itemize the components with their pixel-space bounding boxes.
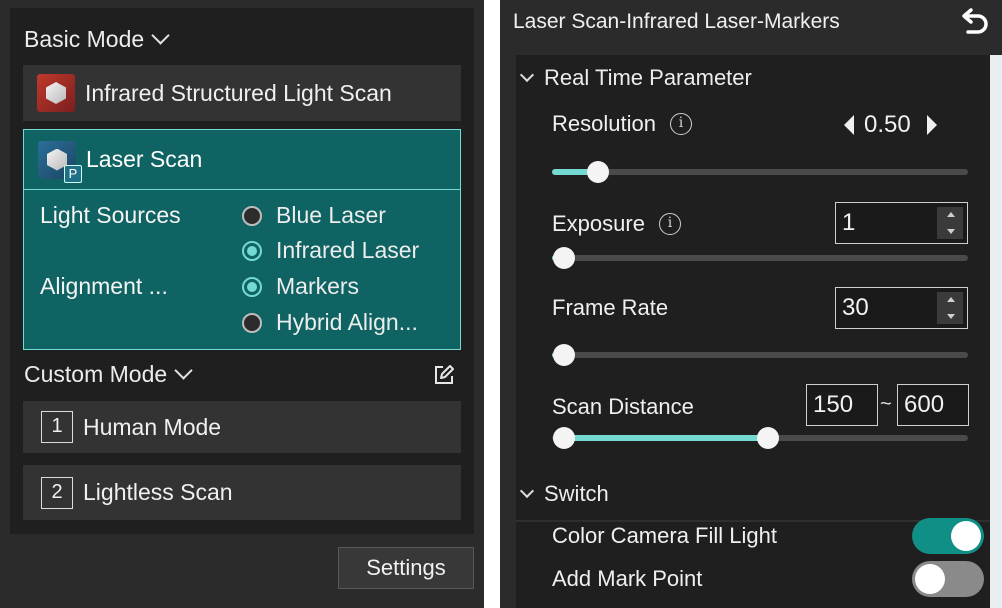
radio-selected-icon bbox=[242, 240, 262, 261]
scan-distance-min-input[interactable]: 150 bbox=[806, 384, 878, 426]
info-icon[interactable]: i bbox=[658, 213, 681, 235]
exposure-row: Exposure i bbox=[552, 211, 681, 237]
switch-section-label: Switch bbox=[544, 481, 609, 506]
frame-rate-value: 30 bbox=[842, 294, 869, 321]
scrollbar[interactable] bbox=[990, 55, 1002, 608]
basic-mode-label: Basic Mode bbox=[24, 26, 145, 52]
markers-radio[interactable]: Markers bbox=[242, 273, 359, 300]
blue-laser-label: Blue Laser bbox=[276, 202, 386, 228]
chevron-down-icon bbox=[519, 67, 535, 83]
human-mode-label: Human Mode bbox=[83, 413, 222, 440]
panel-title: Laser Scan-Infrared Laser-Markers bbox=[513, 10, 840, 33]
frame-rate-row: Frame Rate bbox=[552, 295, 668, 321]
custom-mode-label: Custom Mode bbox=[24, 361, 168, 387]
color-camera-label: Color Camera Fill Light bbox=[552, 523, 777, 548]
hybrid-align-label: Hybrid Align... bbox=[276, 309, 418, 335]
settings-button[interactable]: Settings bbox=[338, 547, 474, 589]
scan-mode-panel: Basic Mode Infrared Structured Light Sca… bbox=[0, 0, 484, 608]
markers-label: Markers bbox=[276, 273, 360, 299]
scan-distance-min: 150 bbox=[813, 391, 854, 418]
resolution-row: Resolution i bbox=[552, 111, 692, 137]
parameter-scroll-area[interactable]: Real Time Parameter Resolution i 0.50 Ex… bbox=[516, 55, 990, 608]
color-camera-toggle[interactable] bbox=[912, 518, 984, 554]
laser-scan-cube-icon: P bbox=[38, 140, 82, 183]
lightless-scan-item[interactable]: 2 Lightless Scan bbox=[23, 465, 461, 520]
human-mode-item[interactable]: 1 Human Mode bbox=[23, 401, 461, 453]
color-camera-row: Color Camera Fill Light bbox=[552, 523, 777, 549]
scan-parameter-panel: Laser Scan-Infrared Laser-Markers Real T… bbox=[500, 0, 1002, 608]
hybrid-align-radio[interactable]: Hybrid Align... bbox=[242, 309, 418, 336]
radio-selected-icon bbox=[242, 276, 262, 297]
custom-mode-number: 2 bbox=[41, 476, 73, 509]
frame-rate-label: Frame Rate bbox=[552, 295, 669, 320]
radio-unselected-icon bbox=[242, 312, 262, 333]
info-icon[interactable]: i bbox=[669, 113, 692, 135]
exposure-slider[interactable] bbox=[552, 247, 968, 269]
decrement-arrow-icon[interactable] bbox=[844, 115, 854, 135]
resolution-stepper[interactable]: 0.50 bbox=[844, 111, 937, 139]
mode-list: Basic Mode Infrared Structured Light Sca… bbox=[10, 8, 474, 534]
alignment-label: Alignment ... bbox=[40, 273, 168, 299]
range-fill bbox=[564, 435, 769, 441]
toggle-knob bbox=[915, 564, 945, 594]
blue-laser-radio[interactable]: Blue Laser bbox=[242, 202, 386, 229]
slider-thumb[interactable] bbox=[553, 247, 576, 269]
range-separator: ~ bbox=[880, 393, 892, 415]
real-time-section-label: Real Time Parameter bbox=[544, 65, 752, 90]
laser-scan-item-selected[interactable]: P Laser Scan Light Sources Blue Laser In… bbox=[23, 129, 461, 350]
toggle-knob bbox=[951, 521, 981, 551]
infrared-scan-cube-icon bbox=[37, 74, 75, 112]
spin-buttons-icon[interactable] bbox=[937, 207, 963, 239]
add-mark-point-toggle[interactable] bbox=[912, 561, 984, 597]
infrared-laser-radio[interactable]: Infrared Laser bbox=[242, 237, 419, 264]
slider-thumb[interactable] bbox=[586, 161, 609, 183]
exposure-value: 1 bbox=[842, 209, 856, 236]
light-sources-label: Light Sources bbox=[40, 202, 181, 228]
range-thumb-max[interactable] bbox=[757, 427, 780, 449]
scan-distance-max: 600 bbox=[904, 391, 945, 418]
slider-thumb[interactable] bbox=[553, 344, 576, 366]
infrared-item-label: Infrared Structured Light Scan bbox=[85, 79, 392, 106]
laser-item-label: Laser Scan bbox=[86, 146, 203, 172]
frame-rate-input[interactable]: 30 bbox=[835, 287, 968, 329]
scan-distance-row: Scan Distance bbox=[552, 394, 694, 420]
add-mark-point-row: Add Mark Point bbox=[552, 566, 702, 592]
laser-badge: P bbox=[64, 164, 82, 183]
increment-arrow-icon[interactable] bbox=[926, 115, 937, 135]
radio-unselected-icon bbox=[242, 205, 262, 226]
lightless-scan-label: Lightless Scan bbox=[83, 479, 233, 505]
exposure-label: Exposure bbox=[552, 211, 645, 236]
scan-distance-range-slider[interactable] bbox=[552, 427, 968, 449]
laser-scan-header[interactable]: P Laser Scan bbox=[24, 130, 460, 190]
add-mark-point-label: Add Mark Point bbox=[552, 566, 703, 591]
custom-mode-dropdown[interactable]: Custom Mode bbox=[24, 361, 193, 388]
switch-section-header[interactable]: Switch bbox=[519, 481, 609, 507]
scan-distance-label: Scan Distance bbox=[552, 394, 694, 419]
edit-icon[interactable] bbox=[433, 364, 455, 386]
real-time-parameter-header[interactable]: Real Time Parameter bbox=[519, 65, 752, 91]
exposure-input[interactable]: 1 bbox=[835, 202, 968, 244]
infrared-laser-label: Infrared Laser bbox=[276, 237, 420, 263]
scan-distance-max-input[interactable]: 600 bbox=[897, 384, 969, 426]
custom-mode-number: 1 bbox=[41, 411, 73, 443]
frame-rate-slider[interactable] bbox=[552, 344, 968, 366]
resolution-slider[interactable] bbox=[552, 161, 968, 183]
resolution-label: Resolution bbox=[552, 111, 656, 136]
chevron-down-icon bbox=[174, 361, 193, 380]
resolution-value: 0.50 bbox=[864, 111, 911, 138]
infrared-structured-light-scan-item[interactable]: Infrared Structured Light Scan bbox=[23, 65, 461, 121]
undo-back-icon[interactable] bbox=[958, 6, 992, 40]
basic-mode-dropdown[interactable]: Basic Mode bbox=[24, 26, 170, 53]
chevron-down-icon bbox=[151, 26, 170, 45]
spin-buttons-icon[interactable] bbox=[937, 292, 963, 324]
chevron-down-icon bbox=[519, 483, 535, 499]
range-thumb-min[interactable] bbox=[553, 427, 576, 449]
